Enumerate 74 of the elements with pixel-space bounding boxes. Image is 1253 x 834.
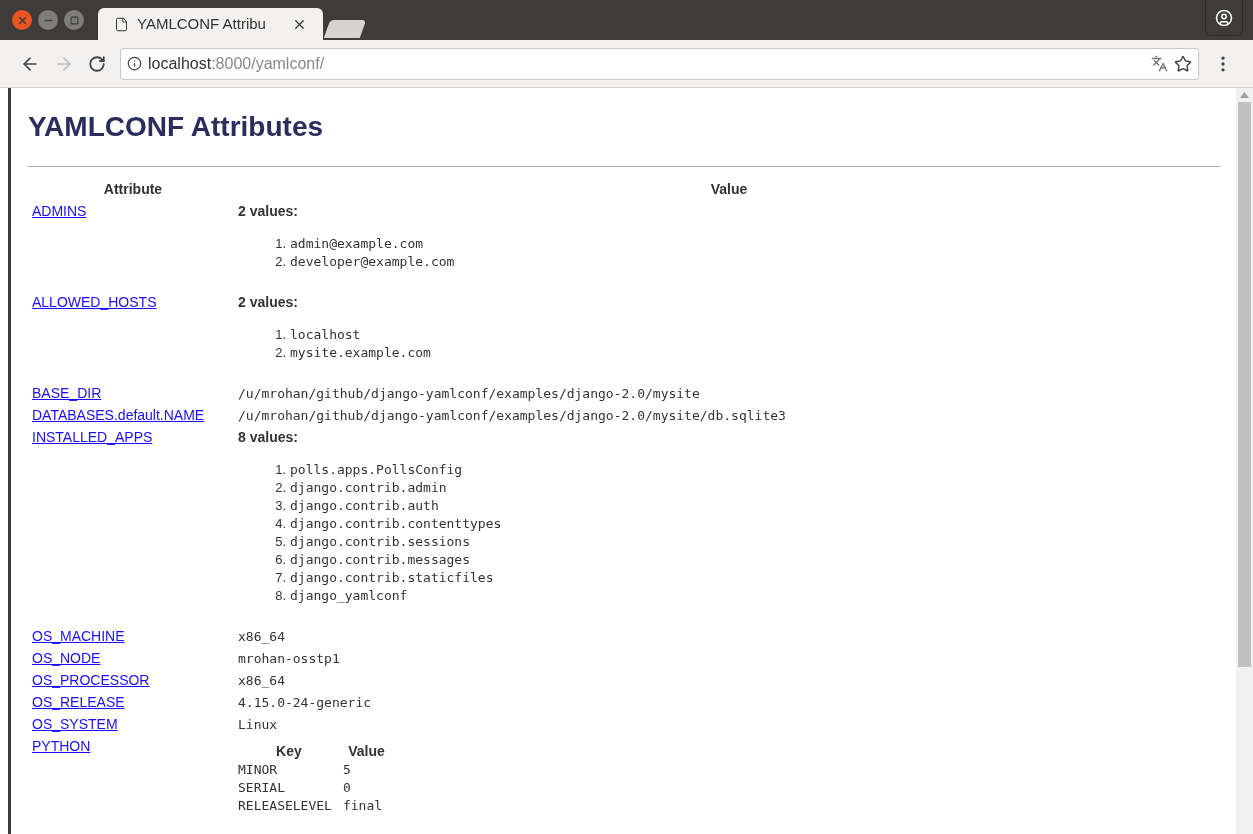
close-icon: [16, 14, 28, 26]
attribute-link[interactable]: INSTALLED_APPS: [32, 429, 153, 445]
attribute-value: /u/mrohan/github/django-yamlconf/examples/django-2.0/mysite: [238, 386, 700, 401]
tab-title: YAMLCONF Attribu: [137, 13, 266, 34]
list-number: 8.: [274, 587, 286, 605]
table-cell-text: RELEASELEVEL: [238, 797, 333, 815]
profile-button[interactable]: [1205, 0, 1243, 36]
attribute-link[interactable]: OS_RELEASE: [32, 694, 125, 710]
list-value: django.contrib.admin: [290, 479, 447, 497]
table-cell-text: 5: [342, 761, 352, 779]
attribute-value: x86_64: [238, 673, 285, 688]
column-header: Key: [275, 742, 303, 761]
table-cell-text: MINOR: [238, 761, 279, 779]
list-number: 1.: [274, 326, 286, 344]
column-header: Attribute: [102, 180, 164, 199]
list-value: admin@example.com: [290, 235, 424, 253]
page-icon: [114, 16, 129, 32]
attribute-link[interactable]: PYTHON: [32, 738, 91, 754]
attribute-link[interactable]: OS_PROCESSOR: [32, 672, 150, 688]
list-value: django.contrib.staticfiles: [290, 569, 494, 587]
list-number: 7.: [274, 569, 286, 587]
attribute-value: Linux: [238, 717, 278, 732]
profile-icon: [1215, 8, 1233, 27]
url-text: localhost:8000/yamlconf/: [148, 53, 325, 74]
list-number: 1.: [274, 461, 286, 479]
new-tab-button[interactable]: [323, 20, 367, 38]
list-number: 6.: [274, 551, 286, 569]
list-number: 2.: [274, 479, 286, 497]
list-value: django_yamlconf: [290, 587, 408, 605]
list-value: polls.apps.PollsConfig: [290, 461, 463, 479]
maximize-icon: [69, 15, 79, 25]
attribute-link[interactable]: OS_MACHINE: [32, 628, 125, 644]
address-bar[interactable]: localhost:8000/yamlconf/: [120, 47, 1199, 80]
table-cell-text: SERIAL: [238, 779, 286, 797]
attribute-link[interactable]: DATABASES.default.NAME: [32, 407, 205, 423]
minimize-button[interactable]: [38, 10, 58, 30]
scrollbar-thumb[interactable]: [1238, 102, 1251, 667]
list-value: django.contrib.sessions: [290, 533, 470, 551]
column-header: Value: [709, 180, 749, 199]
bookmark-star-icon[interactable]: [1174, 54, 1192, 73]
reload-icon[interactable]: [88, 54, 106, 73]
attribute-value: /u/mrohan/github/django-yamlconf/examples/django-2.0/mysite/db.sqlite3: [238, 408, 786, 423]
value-count: 2 values:: [238, 202, 298, 220]
close-window-button[interactable]: [12, 10, 32, 30]
list-value: developer@example.com: [290, 253, 455, 271]
attribute-value: x86_64: [238, 629, 285, 644]
list-number: 2.: [274, 344, 286, 362]
attribute-value: 4.15.0-24-generic: [238, 695, 372, 710]
attribute-link[interactable]: BASE_DIR: [32, 385, 102, 401]
list-value: mysite.example.com: [290, 344, 431, 362]
value-count: 2 values:: [238, 293, 298, 311]
list-value: django.contrib.auth: [290, 497, 439, 515]
translate-icon[interactable]: [1151, 55, 1168, 72]
maximize-button[interactable]: [64, 10, 84, 30]
value-count: 8 values:: [238, 428, 298, 446]
attribute-link[interactable]: ALLOWED_HOSTS: [32, 294, 157, 310]
table-cell-text: final: [342, 797, 384, 815]
browser-tab[interactable]: YAMLCONF Attribu: [98, 8, 323, 40]
attribute-link[interactable]: OS_NODE: [32, 650, 101, 666]
list-value: localhost: [290, 326, 361, 344]
list-number: 1.: [274, 235, 286, 253]
list-number: 5.: [274, 533, 286, 551]
attribute-link[interactable]: OS_SYSTEM: [32, 716, 118, 732]
page-heading: YAMLCONF Attributes: [28, 110, 324, 144]
list-number: 2.: [274, 253, 286, 271]
list-value: django.contrib.messages: [290, 551, 470, 569]
table-cell-text: 0: [342, 779, 352, 797]
attribute-value: mrohan-osstp1: [238, 651, 340, 666]
column-header: Value: [347, 742, 386, 761]
list-value: django.contrib.contenttypes: [290, 515, 502, 533]
attribute-link[interactable]: ADMINS: [32, 203, 87, 219]
list-number: 4.: [274, 515, 286, 533]
info-icon: [127, 56, 142, 71]
list-number: 3.: [274, 497, 286, 515]
